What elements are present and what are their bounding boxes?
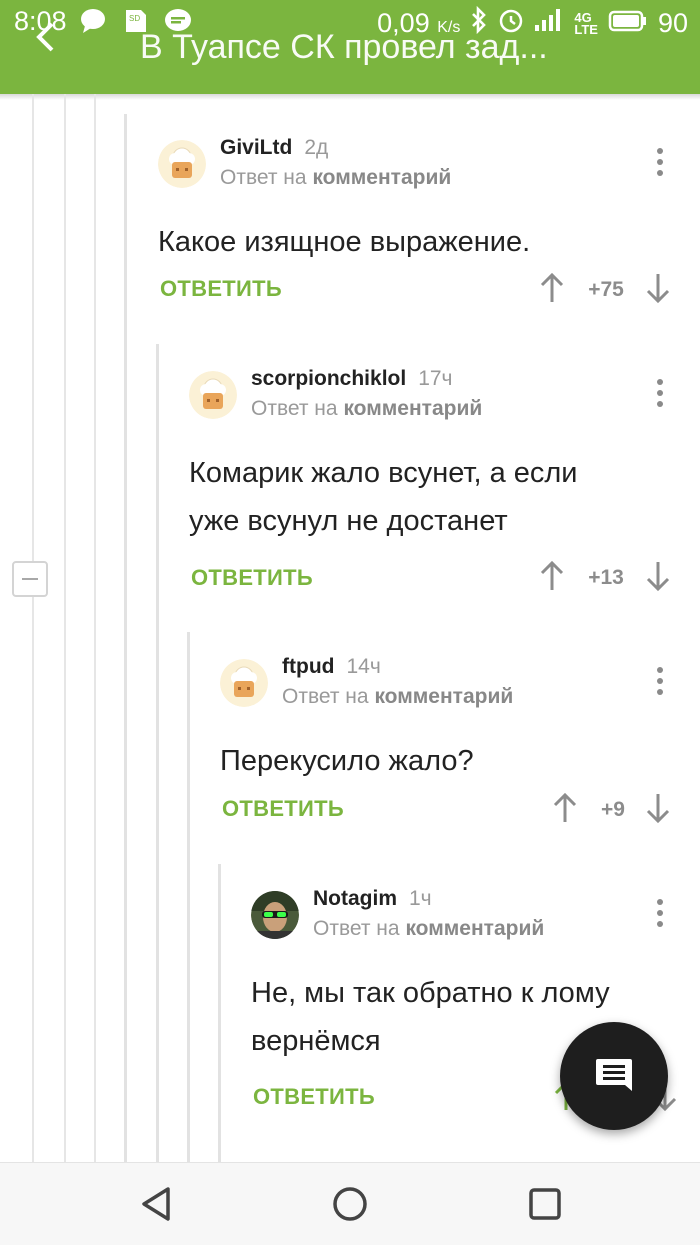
reply-button[interactable]: ОТВЕТИТЬ: [222, 796, 344, 822]
app-header: 8:08 SD 0,09 K/s 4G LTE 90 В Туапсе СК п…: [0, 0, 700, 94]
comment-thread-bar: [156, 344, 159, 1162]
thread-line: [32, 94, 34, 1162]
avatar[interactable]: [158, 140, 206, 188]
more-options-icon[interactable]: [656, 899, 664, 929]
reply-target-link[interactable]: комментарий: [374, 685, 513, 708]
message-icon: [80, 8, 106, 41]
reply-to-line: Ответ на комментарий: [282, 685, 514, 708]
thread-line: [94, 94, 96, 1162]
avatar[interactable]: [220, 659, 268, 707]
more-options-icon[interactable]: [656, 148, 664, 178]
header-shadow: [0, 94, 700, 100]
reply-target-link[interactable]: комментарий: [312, 166, 451, 189]
comment-time: 2д: [304, 136, 329, 159]
avatar[interactable]: [189, 371, 237, 419]
svg-text:SD: SD: [129, 14, 140, 23]
reply-target-link[interactable]: комментарий: [405, 917, 544, 940]
comment-time: 1ч: [409, 887, 432, 910]
reply-to-line: Ответ на комментарий: [220, 166, 452, 189]
comment-author[interactable]: ftpud 14ч: [282, 655, 381, 679]
vote-up-icon[interactable]: [540, 272, 564, 304]
comment-author[interactable]: scorpionchiklol 17ч: [251, 367, 453, 391]
reply-to-line: Ответ на комментарий: [313, 917, 545, 940]
comment-text: Перекусило жало?: [220, 745, 474, 777]
comment-score: +75: [588, 278, 624, 301]
comment-thread-bar: [187, 632, 190, 1162]
comment-score: +9: [601, 798, 625, 821]
comment-score: +13: [588, 566, 624, 589]
page-title: В Туапсе СК провел зад...: [140, 28, 548, 66]
vote-down-icon[interactable]: [646, 272, 670, 304]
comment-author[interactable]: GiviLtd 2д: [220, 136, 328, 160]
comment-time: 17ч: [418, 367, 453, 390]
comment-text: Какое изящное выражение.: [158, 226, 531, 258]
vote-up-icon[interactable]: [553, 792, 577, 824]
comment-thread-bar: [124, 114, 127, 1162]
add-comment-fab[interactable]: [560, 1022, 668, 1130]
comment-author[interactable]: Notagim 1ч: [313, 887, 432, 911]
vote-down-icon[interactable]: [646, 792, 670, 824]
reply-to-line: Ответ на комментарий: [251, 397, 483, 420]
comment-thread-bar: [218, 864, 221, 1162]
reply-target-link[interactable]: комментарий: [343, 397, 482, 420]
comment-text: Не, мы так обратно к лому вернёмся: [251, 977, 610, 1057]
system-nav-bar: [0, 1162, 700, 1245]
battery-icon: [608, 8, 648, 39]
reply-button[interactable]: ОТВЕТИТЬ: [160, 276, 282, 302]
comment-icon: [596, 1059, 632, 1091]
more-options-icon[interactable]: [656, 379, 664, 409]
avatar[interactable]: [251, 891, 299, 939]
comment-text: Комарик жало всунет, а если уже всунул не…: [189, 457, 578, 537]
battery-level: 90: [657, 8, 688, 38]
vote-down-icon[interactable]: [646, 560, 670, 592]
comment-time: 14ч: [346, 655, 381, 678]
reply-button[interactable]: ОТВЕТИТЬ: [253, 1084, 375, 1110]
vote-up-icon[interactable]: [540, 560, 564, 592]
triangle-back-icon[interactable]: [138, 1185, 174, 1223]
more-options-icon[interactable]: [656, 667, 664, 697]
circle-home-icon[interactable]: [331, 1185, 369, 1223]
reply-button[interactable]: ОТВЕТИТЬ: [191, 565, 313, 591]
square-recents-icon[interactable]: [527, 1185, 563, 1223]
collapse-thread-button[interactable]: [12, 561, 48, 597]
thread-line: [64, 94, 66, 1162]
back-arrow-icon[interactable]: [34, 22, 56, 52]
